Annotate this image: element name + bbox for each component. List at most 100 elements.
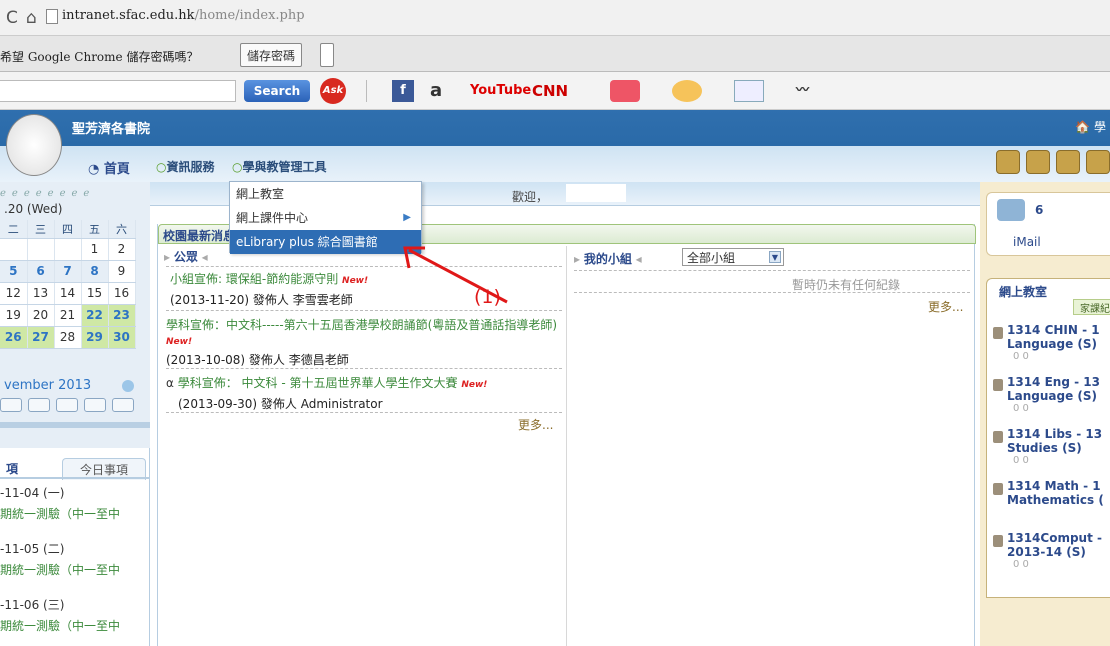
- next-month-icon[interactable]: [122, 380, 134, 392]
- calendar-view-buttons: [0, 398, 134, 412]
- games-icon[interactable]: [610, 80, 640, 102]
- url-field[interactable]: intranet.sfac.edu.hk/home/index.php: [62, 8, 305, 23]
- group-select[interactable]: 全部小組 ▼: [682, 248, 784, 266]
- view-button[interactable]: [84, 398, 106, 412]
- course-stats: 0 0: [1013, 455, 1029, 466]
- calendar-day[interactable]: 30: [108, 326, 136, 349]
- imail-widget[interactable]: 6 iMail: [986, 192, 1110, 256]
- news-tab-title[interactable]: 校園最新消息: [163, 227, 235, 244]
- my-groups-header: ▸ 我的小組 ◂: [574, 252, 642, 266]
- imail-label[interactable]: iMail: [1013, 235, 1041, 249]
- event-item[interactable]: -11-06 (三) 期統一測驗（中一至中: [0, 596, 120, 634]
- youtube-icon[interactable]: YouTube: [470, 80, 531, 102]
- calendar-day: [54, 238, 82, 261]
- calendar-day[interactable]: 21: [54, 304, 82, 327]
- toolbar-search-button[interactable]: Search: [244, 80, 310, 102]
- ask-icon[interactable]: Ask: [320, 78, 346, 104]
- facebook-icon[interactable]: f: [392, 80, 414, 102]
- announcement-item[interactable]: ⍺ 學科宣佈： 中文科 - 第十五屆世界華人學生作文大賽 New! (2013-…: [158, 374, 563, 412]
- course-name[interactable]: 1314Comput -2013-14 (S): [1007, 531, 1102, 559]
- top-right-link[interactable]: 🏠 學: [1075, 118, 1106, 135]
- event-item[interactable]: -11-05 (二) 期統一測驗（中一至中: [0, 540, 120, 578]
- calendar-day[interactable]: 9: [108, 260, 136, 283]
- announcement-title[interactable]: 學科宣佈：中文科-----第六十五屆香港學校朗誦節(粵語及普通話指導老師): [166, 318, 557, 332]
- weekday-header: 五: [81, 220, 109, 239]
- event-title[interactable]: 期統一測驗（中一至中: [0, 561, 120, 578]
- event-title[interactable]: 期統一測驗（中一至中: [0, 617, 120, 634]
- view-button[interactable]: [112, 398, 134, 412]
- tab-events[interactable]: 項: [0, 458, 24, 479]
- weekday-header: 三: [27, 220, 55, 239]
- calendar-day: [0, 238, 28, 261]
- nav-teaching-tools[interactable]: ○學與教管理工具: [232, 158, 327, 175]
- calendar-day[interactable]: 5: [0, 260, 28, 283]
- menu-item-elibrary[interactable]: eLibrary plus 綜合圖書館: [230, 230, 421, 254]
- course-icon: [993, 379, 1003, 391]
- calendar-day[interactable]: 28: [54, 326, 82, 349]
- weekday-header: 四: [54, 220, 82, 239]
- calendar-day[interactable]: 27: [27, 326, 55, 349]
- tab-homework[interactable]: 家課紀: [1073, 299, 1110, 315]
- course-name[interactable]: 1314 Math - 1 Mathematics (: [1007, 479, 1104, 507]
- sound-icon[interactable]: 〰: [796, 80, 824, 102]
- calendar-day[interactable]: 23: [108, 304, 136, 327]
- nav-info-services[interactable]: ○資訊服務: [156, 158, 215, 175]
- calendar-day[interactable]: 7: [54, 260, 82, 283]
- home-icon[interactable]: ⌂: [26, 8, 37, 28]
- course-name[interactable]: 1314 Eng - 13 Language (S): [1007, 375, 1100, 403]
- calendar-day[interactable]: 20: [27, 304, 55, 327]
- calendar-day[interactable]: 2: [108, 238, 136, 261]
- save-password-message: 希望 Google Chrome 儲存密碼嗎？: [0, 50, 199, 64]
- save-password-button[interactable]: 儲存密碼: [240, 43, 303, 67]
- right-panel: 6 iMail 網上教室 家課紀 1314 CHIN - 1 Language (…: [980, 182, 1110, 646]
- course-stats: 0 0: [1013, 559, 1029, 570]
- chevron-down-icon[interactable]: ▼: [769, 251, 781, 263]
- calendar-day[interactable]: 15: [81, 282, 109, 305]
- announcement-item[interactable]: 學科宣佈：中文科-----第六十五屆香港學校朗誦節(粵語及普通話指導老師) Ne…: [158, 316, 563, 368]
- tool-icon[interactable]: [1056, 150, 1080, 174]
- groups-more-link[interactable]: 更多...: [928, 298, 963, 315]
- course-icon: [993, 483, 1003, 495]
- imail-count: 6: [1035, 203, 1044, 217]
- weather-icon[interactable]: [672, 80, 702, 102]
- calendar-day[interactable]: 14: [54, 282, 82, 305]
- online-classroom-widget: 網上教室 家課紀 1314 CHIN - 1 Language (S) 0 0 1…: [986, 278, 1110, 598]
- divider: [166, 310, 562, 311]
- announcements-more-link[interactable]: 更多...: [518, 416, 553, 433]
- calendar-day[interactable]: 8: [81, 260, 109, 283]
- course-name[interactable]: 1314 Libs - 13 Studies (S): [1007, 427, 1102, 455]
- nav-home[interactable]: ◔ 首頁: [88, 158, 130, 177]
- news-panel: 校園最新消息 ▸ 公眾 ◂ 小組宣佈: 環保組-節約能源守則 New! (201…: [157, 224, 976, 646]
- view-button[interactable]: [28, 398, 50, 412]
- event-title[interactable]: 期統一測驗（中一至中: [0, 505, 120, 522]
- menu-item-online-classroom[interactable]: 網上教室: [230, 182, 421, 206]
- amazon-icon[interactable]: a: [430, 80, 442, 102]
- event-item[interactable]: -11-04 (一) 期統一測驗（中一至中: [0, 484, 120, 522]
- calendar-day[interactable]: 16: [108, 282, 136, 305]
- tool-icon[interactable]: [1086, 150, 1110, 174]
- toolbar-search-input[interactable]: [0, 80, 236, 102]
- calendar-day[interactable]: 6: [27, 260, 55, 283]
- view-button[interactable]: [0, 398, 22, 412]
- calendar-day[interactable]: 26: [0, 326, 28, 349]
- course-name[interactable]: 1314 CHIN - 1 Language (S): [1007, 323, 1100, 351]
- weekday-header: 六: [108, 220, 136, 239]
- calendar-day[interactable]: 19: [0, 304, 28, 327]
- divider: [574, 270, 970, 271]
- calendar-day[interactable]: 13: [27, 282, 55, 305]
- password-options-button[interactable]: [320, 43, 334, 67]
- reload-icon[interactable]: C: [6, 8, 18, 28]
- attachment-icon: ⍺: [166, 376, 178, 390]
- calendar-day[interactable]: 29: [81, 326, 109, 349]
- mail-icon[interactable]: [734, 80, 764, 102]
- tool-icon[interactable]: [996, 150, 1020, 174]
- tool-icon[interactable]: [1026, 150, 1050, 174]
- calendar-day[interactable]: 1: [81, 238, 109, 261]
- cnn-icon[interactable]: CNN: [532, 80, 568, 102]
- calendar-day[interactable]: 22: [81, 304, 109, 327]
- calendar-day[interactable]: 12: [0, 282, 28, 305]
- announcement-title[interactable]: 小組宣佈: 環保組-節約能源守則: [170, 272, 338, 286]
- announcement-title[interactable]: 學科宣佈： 中文科 - 第十五屆世界華人學生作文大賽: [178, 376, 458, 390]
- view-button[interactable]: [56, 398, 78, 412]
- menu-item-courseware-center[interactable]: 網上課件中心 ▶: [230, 206, 421, 230]
